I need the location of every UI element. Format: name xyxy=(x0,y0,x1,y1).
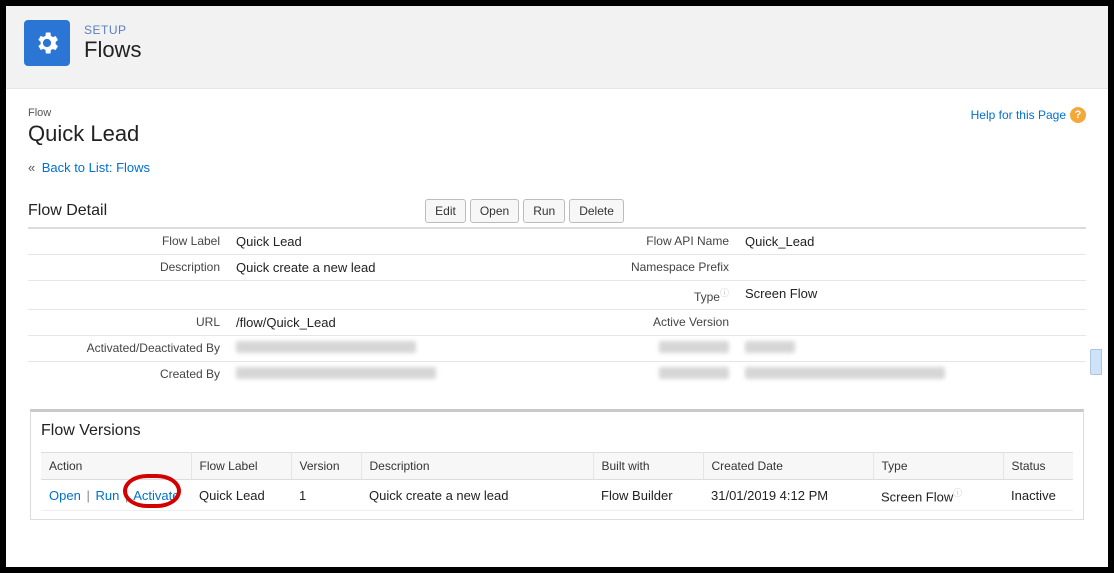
cell-built-with: Flow Builder xyxy=(593,480,703,511)
label-active-version: Active Version xyxy=(577,310,737,336)
header-page-title: Flows xyxy=(84,37,141,63)
back-caret-icon: « xyxy=(28,160,35,175)
value-redacted-2 xyxy=(737,362,1086,388)
gear-icon xyxy=(24,20,70,66)
label-description: Description xyxy=(28,255,228,281)
page-title: Quick Lead xyxy=(28,121,139,147)
flow-versions-table: Action Flow Label Version Description Bu… xyxy=(41,452,1073,511)
value-flow-label: Quick Lead xyxy=(228,228,577,255)
help-link-label: Help for this Page xyxy=(971,108,1066,122)
label-url: URL xyxy=(28,310,228,336)
value-active-version xyxy=(737,310,1086,336)
flow-detail-table: Flow Label Quick Lead Flow API Name Quic… xyxy=(28,227,1086,387)
delete-button[interactable]: Delete xyxy=(569,199,624,223)
col-description: Description xyxy=(361,453,593,480)
info-icon: ⓘ xyxy=(720,288,729,298)
col-version: Version xyxy=(291,453,361,480)
separator: | xyxy=(84,488,91,503)
value-created-by xyxy=(228,362,577,388)
info-icon: ⓘ xyxy=(953,488,962,498)
cell-created-date: 31/01/2019 4:12 PM xyxy=(703,480,873,511)
edit-button[interactable]: Edit xyxy=(425,199,466,223)
value-api-name: Quick_Lead xyxy=(737,228,1086,255)
label-api-name: Flow API Name xyxy=(577,228,737,255)
table-row: Open | Run | Activate Quick Lead 1 Quick… xyxy=(41,480,1073,511)
col-type: Type xyxy=(873,453,1003,480)
value-type: Screen Flow xyxy=(737,281,1086,310)
back-link-row: « Back to List: Flows xyxy=(28,159,1086,177)
label-redacted-1 xyxy=(577,336,737,362)
cell-description: Quick create a new lead xyxy=(361,480,593,511)
cell-status: Inactive xyxy=(1003,480,1073,511)
detail-button-row: Edit Open Run Delete xyxy=(425,199,624,223)
open-button[interactable]: Open xyxy=(470,199,519,223)
header-setup-label: SETUP xyxy=(84,23,141,37)
label-activated-by: Activated/Deactivated By xyxy=(28,336,228,362)
col-status: Status xyxy=(1003,453,1073,480)
flow-versions-heading: Flow Versions xyxy=(41,422,1073,440)
help-icon: ? xyxy=(1070,107,1086,123)
row-activate-link[interactable]: Activate xyxy=(133,488,179,503)
label-created-by: Created By xyxy=(28,362,228,388)
separator: | xyxy=(123,488,130,503)
col-flow-label: Flow Label xyxy=(191,453,291,480)
label-ns-prefix: Namespace Prefix xyxy=(577,255,737,281)
table-header-row: Action Flow Label Version Description Bu… xyxy=(41,453,1073,480)
collapse-tab-icon[interactable] xyxy=(1090,349,1102,375)
value-ns-prefix xyxy=(737,255,1086,281)
label-type: Typeⓘ xyxy=(577,281,737,310)
col-created-date: Created Date xyxy=(703,453,873,480)
label-flow-label: Flow Label xyxy=(28,228,228,255)
setup-header: SETUP Flows xyxy=(6,6,1108,89)
row-run-link[interactable]: Run xyxy=(95,488,119,503)
value-redacted-1 xyxy=(737,336,1086,362)
back-to-list-link[interactable]: Back to List: Flows xyxy=(42,160,150,175)
cell-type: Screen Flowⓘ xyxy=(873,480,1003,511)
help-link[interactable]: Help for this Page ? xyxy=(971,107,1086,123)
run-button[interactable]: Run xyxy=(523,199,565,223)
cell-action: Open | Run | Activate xyxy=(41,480,191,511)
value-activated-by xyxy=(228,336,577,362)
row-open-link[interactable]: Open xyxy=(49,488,81,503)
col-action: Action xyxy=(41,453,191,480)
col-built-with: Built with xyxy=(593,453,703,480)
value-description: Quick create a new lead xyxy=(228,255,577,281)
object-type-crumb: Flow xyxy=(28,107,139,119)
value-url: /flow/Quick_Lead xyxy=(228,310,577,336)
header-titles: SETUP Flows xyxy=(84,23,141,63)
cell-version: 1 xyxy=(291,480,361,511)
page-body: Flow Quick Lead Help for this Page ? « B… xyxy=(6,89,1108,530)
flow-versions-section: Flow Versions Action Flow Label Version … xyxy=(30,409,1084,520)
cell-flow-label: Quick Lead xyxy=(191,480,291,511)
label-redacted-2 xyxy=(577,362,737,388)
flow-detail-heading: Flow Detail xyxy=(28,202,107,220)
